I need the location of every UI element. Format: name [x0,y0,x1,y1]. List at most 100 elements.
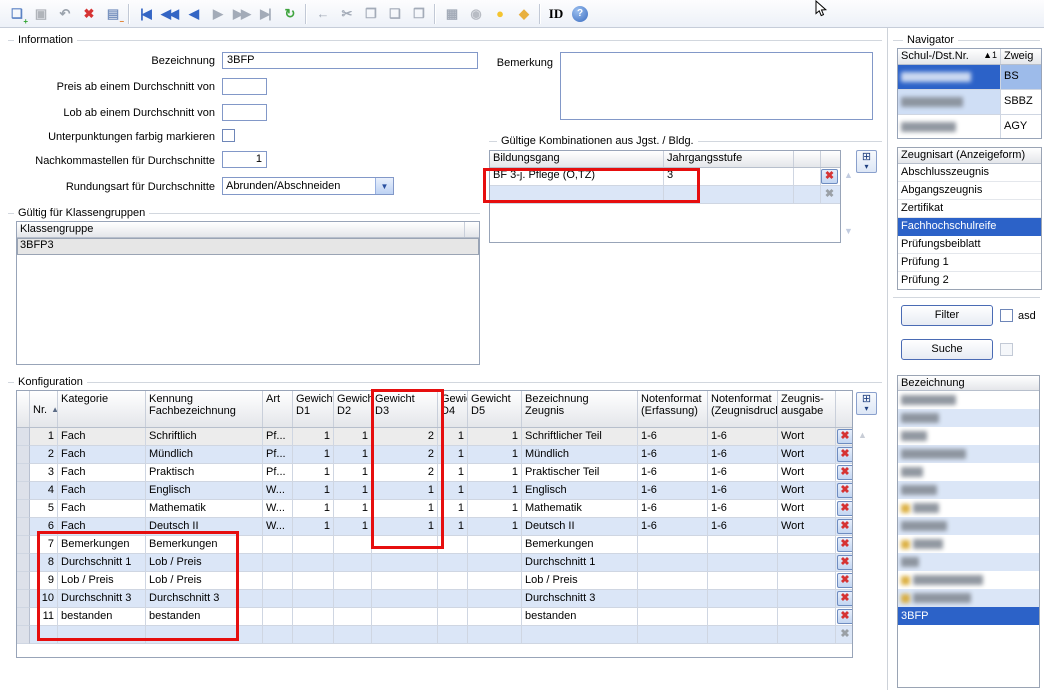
filter-button[interactable]: Filter [901,305,993,326]
config-cell[interactable] [438,590,468,608]
config-cell[interactable]: Mathematik [522,500,638,518]
config-cell[interactable]: 1 [438,446,468,464]
config-cell[interactable]: 1 [293,464,334,482]
config-cell[interactable] [334,608,372,626]
bezeichnung-item[interactable] [898,517,1039,535]
config-cell[interactable]: Wort [778,464,836,482]
config-cell[interactable] [468,536,522,554]
config-cell[interactable] [638,608,708,626]
config-cell[interactable]: W... [263,482,293,500]
scroll-up-icon[interactable]: ▲ [844,170,853,180]
paste-icon[interactable]: ❑ [383,3,405,25]
column-header[interactable]: Bezeichnung Zeugnis [522,391,638,427]
config-cell[interactable] [708,572,778,590]
nav-back-icon[interactable]: ◀ [182,3,204,25]
config-cell[interactable] [334,572,372,590]
config-cell[interactable]: Deutsch II [146,518,263,536]
config-cell[interactable] [438,554,468,572]
config-cell[interactable]: 1 [372,500,438,518]
kombination-row-empty[interactable]: ✖ [490,186,840,204]
bezeichnung-item[interactable] [898,445,1039,463]
new-document-icon[interactable]: ❏+ [5,3,27,25]
bezeichnung-item[interactable] [898,481,1039,499]
config-row-6[interactable]: 6FachDeutsch IIW...11111Deutsch II1-61-6… [17,518,852,536]
zweig-cell[interactable]: BS [1001,65,1041,90]
delete-row-button[interactable]: ✖ [837,537,854,552]
config-cell[interactable] [293,590,334,608]
config-cell[interactable]: 1 [293,500,334,518]
delete-row-button[interactable]: ✖ [837,429,854,444]
column-header-klassengruppe[interactable]: Klassengruppe [17,222,465,237]
scroll-down-icon[interactable]: ▼ [844,226,853,236]
config-cell[interactable] [293,572,334,590]
config-cell[interactable]: Bemerkungen [522,536,638,554]
config-row-4[interactable]: 4FachEnglischW...11111Englisch1-61-6Wort… [17,482,852,500]
nav-first-icon[interactable]: |◀ [134,3,156,25]
config-cell[interactable] [263,554,293,572]
config-cell[interactable]: 1-6 [708,464,778,482]
config-cell[interactable]: 2 [372,446,438,464]
config-cell[interactable]: Schriftlicher Teil [522,428,638,446]
config-cell[interactable]: Mündlich [522,446,638,464]
config-cell[interactable]: Lob / Preis [522,572,638,590]
config-cell[interactable]: 1 [293,446,334,464]
delete-icon[interactable]: ✖ [77,3,99,25]
config-cell[interactable]: Fach [58,428,146,446]
zeugnisart-item[interactable]: Abgangszeugnis [898,182,1041,200]
config-cell[interactable] [438,536,468,554]
config-cell[interactable]: 1-6 [638,482,708,500]
nav-fast-forward-icon[interactable]: ▶▶ [230,3,252,25]
config-row-7[interactable]: 7BemerkungenBemerkungenBemerkungen✖ [17,536,852,554]
config-cell[interactable]: 5 [30,500,58,518]
bezeichnung-item[interactable] [898,499,1039,517]
config-cell[interactable]: Deutsch II [522,518,638,536]
copy-icon[interactable]: ❐ [359,3,381,25]
bezeichnung-item[interactable] [898,589,1039,607]
config-cell[interactable]: Pf... [263,428,293,446]
config-cell[interactable]: 9 [30,572,58,590]
id-button[interactable]: ID [545,3,567,25]
config-cell[interactable]: Fach [58,518,146,536]
config-cell[interactable]: 8 [30,554,58,572]
column-header[interactable]: Kennung Fachbezeichnung [146,391,263,427]
config-cell[interactable] [293,536,334,554]
insert-row-button[interactable]: ⊞ ▾ [856,150,877,173]
config-cell[interactable]: 1 [293,518,334,536]
config-cell[interactable]: Wort [778,482,836,500]
config-cell[interactable]: 1 [30,428,58,446]
config-cell[interactable] [638,572,708,590]
hint-bulb-icon[interactable]: ● [488,3,510,25]
delete-row-button[interactable]: ✖ [837,483,854,498]
config-cell[interactable]: 1 [438,428,468,446]
config-cell[interactable] [778,572,836,590]
config-cell[interactable]: bestanden [58,608,146,626]
column-header[interactable]: Gewicht D5 [468,391,522,427]
column-header[interactable]: Zeugnis- ausgabe [778,391,836,427]
config-row-11[interactable]: 11bestandenbestandenbestanden✖ [17,608,852,626]
config-cell[interactable]: 1-6 [708,518,778,536]
klassengruppe-row-1[interactable]: 3BFP3 [17,238,479,255]
delete-row-button[interactable]: ✖ [837,447,854,462]
zeugnisart-item[interactable]: Abschlusszeugnis [898,164,1041,182]
config-cell[interactable]: 2 [30,446,58,464]
config-cell[interactable]: Praktischer Teil [522,464,638,482]
zeugnisart-item[interactable]: Prüfungsbeiblatt [898,236,1041,254]
bezeichnung-item[interactable] [898,463,1039,481]
config-cell[interactable] [372,608,438,626]
config-cell[interactable]: 1-6 [638,464,708,482]
config-cell[interactable]: 1 [334,428,372,446]
config-cell[interactable] [638,554,708,572]
config-cell[interactable]: Durchschnitt 3 [146,590,263,608]
config-cell[interactable]: 2 [372,464,438,482]
config-cell[interactable]: Praktisch [146,464,263,482]
scroll-up-icon[interactable]: ▲ [858,430,867,440]
config-cell[interactable]: 11 [30,608,58,626]
config-cell[interactable]: Lob / Preis [146,554,263,572]
klassengruppe-cell[interactable]: 3BFP3 [17,238,479,255]
config-cell[interactable] [778,590,836,608]
config-cell[interactable]: Englisch [522,482,638,500]
cut-icon[interactable]: ✂ [335,3,357,25]
bezeichnung-item[interactable] [898,535,1039,553]
config-cell[interactable]: Mündlich [146,446,263,464]
config-cell[interactable]: bestanden [522,608,638,626]
